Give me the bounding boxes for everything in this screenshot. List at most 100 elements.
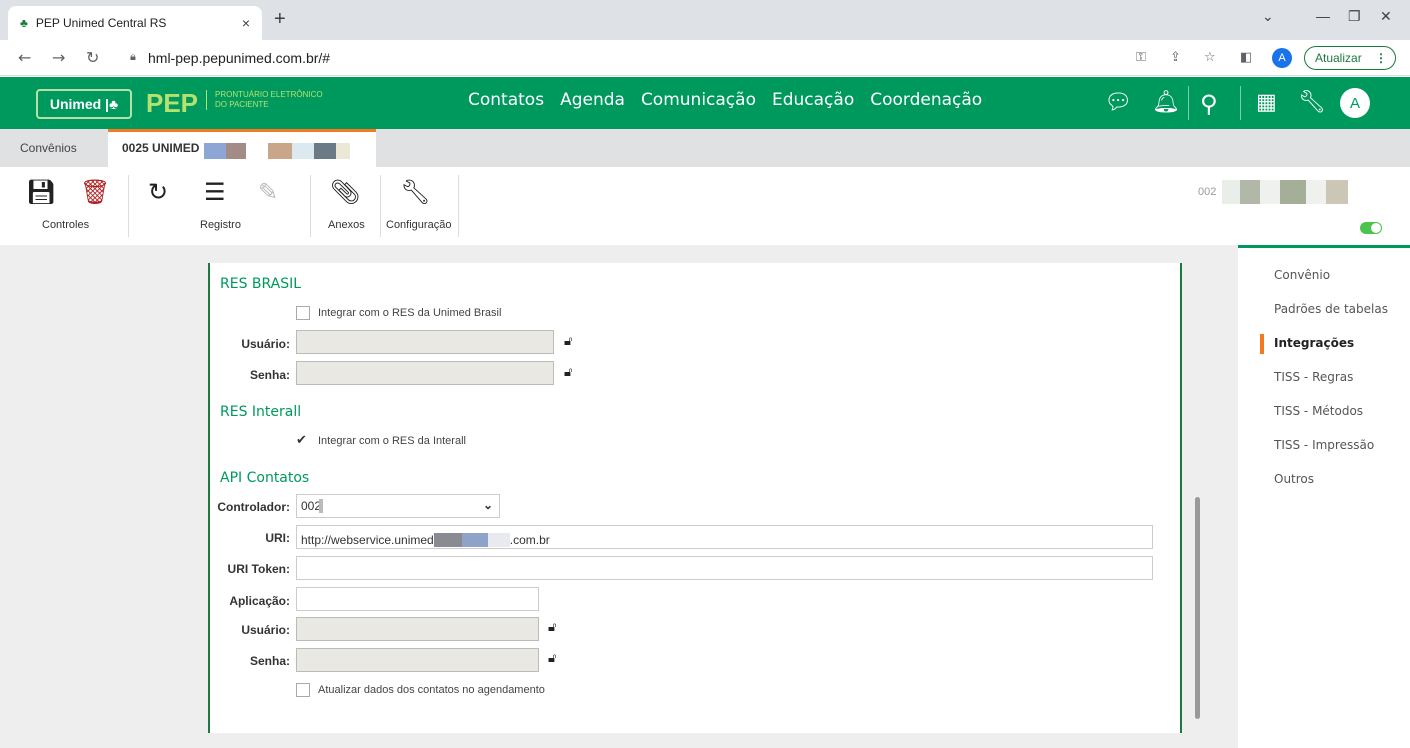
redacted-block — [1326, 180, 1348, 204]
menu-tiss-metodos[interactable]: TISS - Métodos — [1274, 404, 1363, 418]
controlador-label: Controlador: — [217, 500, 290, 514]
menu-outros[interactable]: Outros — [1274, 472, 1314, 486]
paperclip-icon[interactable]: 📎︎ — [330, 178, 360, 206]
redacted-block — [292, 143, 314, 159]
back-icon[interactable]: ← — [18, 48, 31, 67]
tab-convenios[interactable]: Convênios — [20, 141, 77, 155]
redacted-block — [314, 143, 336, 159]
res-brasil-usuario-label: Usuário: — [241, 337, 290, 351]
record-tabs: Convênios 0025 UNIMED — [0, 129, 1410, 167]
search-icon[interactable]: ⚲ — [1200, 90, 1218, 118]
nav-educacao[interactable]: Educação — [772, 90, 854, 110]
save-icon[interactable]: 💾︎ — [26, 178, 56, 206]
controlador-select[interactable]: 002 ⌄ — [296, 494, 500, 518]
atualizar-contatos-checkbox[interactable] — [296, 683, 310, 697]
redacted-block — [461, 533, 488, 547]
tab-record-label: 0025 UNIMED — [122, 141, 200, 155]
redacted-block — [1222, 180, 1240, 204]
wrench-icon[interactable]: 🔧︎ — [1298, 90, 1326, 115]
menu-tiss-impressao[interactable]: TISS - Impressão — [1274, 438, 1374, 452]
toolbar-divider — [310, 175, 311, 237]
close-tab-icon[interactable]: × — [242, 15, 250, 31]
main-nav: Contatos Agenda Comunicação Educação Coo… — [468, 90, 982, 110]
more-icon: ⋮ — [1375, 51, 1387, 65]
unlock-icon[interactable]: 🔓︎ — [548, 651, 556, 666]
api-senha-label: Senha: — [249, 654, 290, 668]
update-button[interactable]: Atualizar ⋮ — [1304, 46, 1396, 70]
tab-search-chevron-icon[interactable]: ⌄ — [1262, 8, 1274, 25]
vertical-scrollbar[interactable] — [1195, 497, 1200, 719]
header-divider — [1188, 86, 1189, 120]
list-icon[interactable]: ☰ — [204, 178, 226, 206]
uri-value-prefix: http://webservice.unimed — [301, 533, 434, 547]
forward-icon[interactable]: → — [52, 48, 65, 67]
share-icon[interactable]: ⇪ — [1170, 50, 1181, 65]
api-usuario-label: Usuário: — [241, 623, 290, 637]
uri-label: URI: — [265, 531, 290, 545]
menu-convenio[interactable]: Convênio — [1274, 268, 1330, 282]
menu-tiss-regras[interactable]: TISS - Regras — [1274, 370, 1353, 384]
nav-contatos[interactable]: Contatos — [468, 90, 544, 110]
controles-label: Controles — [42, 219, 90, 231]
tab-record[interactable]: 0025 UNIMED — [108, 129, 376, 167]
registro-label: Registro — [200, 219, 241, 231]
browser-profile-avatar[interactable]: A — [1272, 48, 1292, 68]
reload-icon[interactable]: ↻ — [86, 48, 99, 67]
address-bar[interactable]: hml-pep.pepunimed.com.br/# — [148, 50, 330, 66]
api-usuario-input[interactable] — [296, 617, 539, 641]
res-interall-title: RES Interall — [220, 404, 302, 420]
calendar-icon[interactable]: ▦ — [1256, 90, 1277, 115]
res-brasil-title: RES BRASIL — [220, 276, 302, 292]
menu-padroes-tabelas[interactable]: Padrões de tabelas — [1274, 302, 1388, 316]
user-avatar[interactable]: A — [1340, 88, 1370, 118]
delete-icon[interactable]: 🗑︎ — [80, 178, 110, 206]
unimed-favicon-icon: ♣ — [20, 16, 28, 30]
nav-coordenacao[interactable]: Coordenação — [870, 90, 982, 110]
anexos-label: Anexos — [328, 219, 365, 231]
res-brasil-usuario-input[interactable] — [296, 330, 554, 354]
redacted-block — [226, 143, 246, 159]
refresh-icon[interactable]: ↻ — [148, 178, 168, 206]
pep-subtitle: PRONTUÁRIO ELETRÔNICO DO PACIENTE — [206, 90, 346, 110]
res-brasil-checkbox[interactable] — [296, 306, 310, 320]
unlock-icon[interactable]: 🔓︎ — [564, 365, 572, 380]
chat-icon[interactable]: 💬︎ — [1104, 90, 1132, 115]
res-brasil-checkbox-label: Integrar com o RES da Unimed Brasil — [318, 307, 502, 319]
bell-icon[interactable]: 🔔︎ — [1152, 90, 1180, 115]
menu-integracoes[interactable]: Integrações — [1274, 336, 1354, 350]
configuracao-wrench-icon[interactable]: 🔧︎ — [400, 178, 430, 206]
bookmark-star-icon[interactable]: ☆ — [1204, 50, 1216, 65]
api-senha-input[interactable] — [296, 648, 539, 672]
atualizar-contatos-checkbox-label: Atualizar dados dos contatos no agendame… — [318, 684, 545, 696]
res-interall-checkbox[interactable]: ✔ — [296, 434, 310, 448]
restore-icon[interactable]: ❐ — [1348, 8, 1361, 25]
browser-tab[interactable]: ♣ PEP Unimed Central RS × — [8, 6, 262, 40]
side-panel-icon[interactable]: ◧ — [1240, 50, 1252, 65]
nav-comunicacao[interactable]: Comunicação — [641, 90, 756, 110]
res-brasil-senha-label: Senha: — [249, 368, 290, 382]
nav-agenda[interactable]: Agenda — [560, 90, 625, 110]
new-tab-button[interactable]: + — [274, 8, 286, 31]
minimize-icon[interactable]: — — [1316, 8, 1330, 24]
redacted-block — [319, 499, 323, 513]
unlock-icon[interactable]: 🔓︎ — [564, 334, 572, 349]
logo-text: Unimed — [49, 96, 102, 112]
edit-pencil-icon[interactable]: ✎ — [258, 178, 278, 206]
unlock-icon[interactable]: 🔓︎ — [548, 620, 556, 635]
redacted-block — [1240, 180, 1260, 204]
active-toggle[interactable] — [1360, 222, 1382, 234]
key-icon[interactable]: ⚿ — [1136, 50, 1146, 65]
window-close-icon[interactable]: ✕ — [1380, 8, 1392, 25]
pep-subtitle-line1: PRONTUÁRIO ELETRÔNICO — [215, 90, 323, 99]
uri-input[interactable]: http://webservice.unimed .com.br — [296, 525, 1153, 549]
res-brasil-senha-input[interactable] — [296, 361, 554, 385]
lock-icon[interactable]: 🔒︎ — [130, 50, 136, 64]
aplicacao-input[interactable] — [296, 587, 539, 611]
redacted-block — [1306, 180, 1326, 204]
toolbar-divider — [380, 175, 381, 237]
uri-token-input[interactable] — [296, 556, 1153, 580]
browser-tabstrip: ♣ PEP Unimed Central RS × + ⌄ — ❐ ✕ — [0, 0, 1410, 40]
section-menu: Convênio Padrões de tabelas Integrações … — [1238, 245, 1410, 748]
redacted-block — [1260, 180, 1280, 204]
redacted-block — [268, 143, 292, 159]
